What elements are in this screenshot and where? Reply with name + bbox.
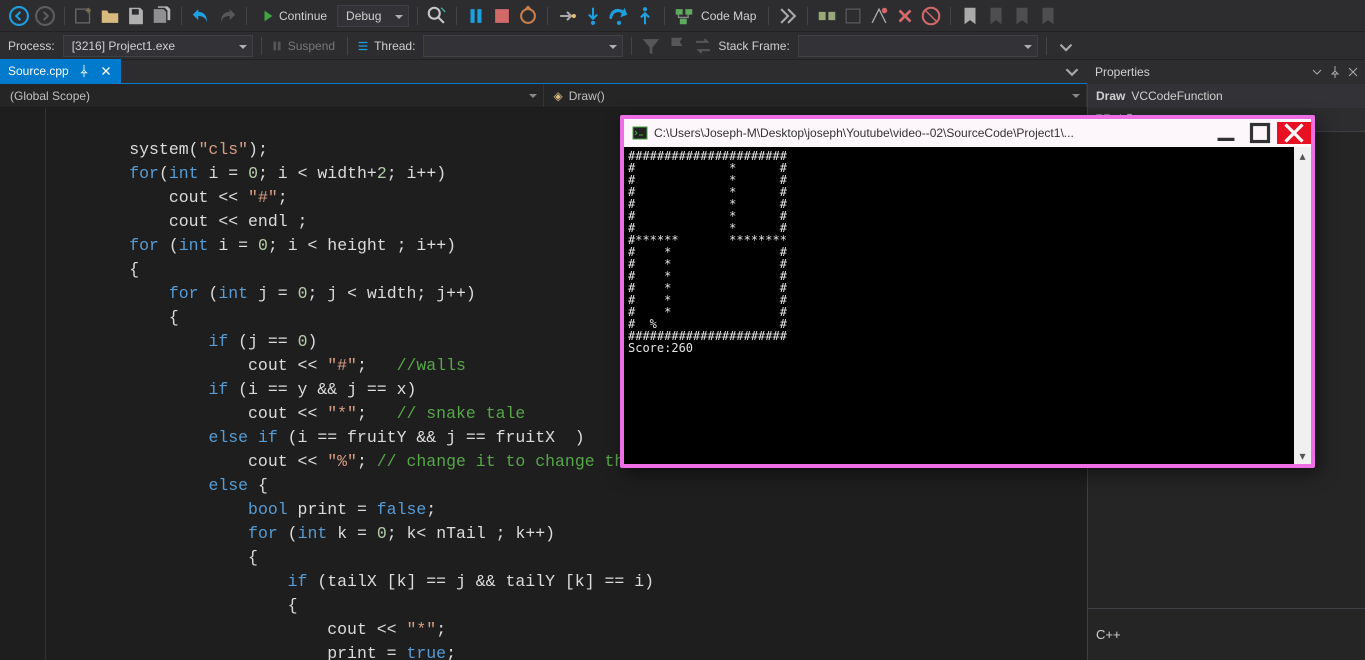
- toolbar-overflow-icon[interactable]: [1055, 35, 1077, 57]
- toolbar-misc-6[interactable]: [920, 5, 942, 27]
- toolbar-misc-2[interactable]: [816, 5, 838, 27]
- console-minimize-button[interactable]: [1209, 122, 1243, 144]
- thread-label: Thread:: [374, 39, 415, 53]
- continue-button[interactable]: Continue: [255, 5, 333, 27]
- config-label: Debug: [346, 9, 381, 23]
- nav-forward-button[interactable]: [34, 5, 56, 27]
- pause-button[interactable]: [465, 5, 487, 27]
- toolbar-misc-1[interactable]: [777, 5, 799, 27]
- bookmark-clear-icon[interactable]: [1037, 5, 1059, 27]
- editor-tabstrip: Source.cpp: [0, 60, 1087, 84]
- bookmark-prev-icon[interactable]: [985, 5, 1007, 27]
- process-dropdown[interactable]: [3216] Project1.exe: [63, 35, 253, 57]
- scope-bar: (Global Scope) ◈ Draw(): [0, 84, 1087, 108]
- scope-left-dropdown[interactable]: (Global Scope): [0, 84, 544, 107]
- bookmark-icon[interactable]: [959, 5, 981, 27]
- save-button[interactable]: [125, 5, 147, 27]
- console-scrollbar[interactable]: ▴ ▾: [1294, 147, 1311, 464]
- suspend-icon: [270, 39, 284, 53]
- function-icon: ◈: [554, 89, 563, 103]
- step-over-button[interactable]: [608, 5, 630, 27]
- scroll-down-icon[interactable]: ▾: [1294, 447, 1311, 464]
- tab-source-cpp[interactable]: Source.cpp: [0, 59, 121, 83]
- bookmark-next-icon[interactable]: [1011, 5, 1033, 27]
- pin-icon[interactable]: [77, 64, 91, 78]
- scope-right-label: Draw(): [569, 89, 605, 103]
- stackframe-label: Stack Frame:: [718, 39, 789, 53]
- properties-selector-row: Draw VCCodeFunction: [1087, 84, 1365, 108]
- step-out-button[interactable]: [634, 5, 656, 27]
- thread-swap-icon[interactable]: [692, 35, 714, 57]
- redo-button[interactable]: [216, 5, 238, 27]
- open-file-button[interactable]: [99, 5, 121, 27]
- code-map-icon[interactable]: [673, 5, 695, 27]
- code-map-label[interactable]: Code Map: [701, 9, 756, 23]
- console-maximize-button[interactable]: [1243, 122, 1277, 144]
- properties-tab[interactable]: Properties: [1087, 60, 1158, 84]
- process-label: Process:: [8, 39, 55, 53]
- console-window[interactable]: C:\Users\Joseph-M\Desktop\joseph\Youtube…: [620, 115, 1315, 468]
- stackframe-dropdown[interactable]: [798, 35, 1038, 57]
- thread-flag-icon[interactable]: [666, 35, 688, 57]
- suspend-label[interactable]: Suspend: [288, 39, 335, 53]
- thread-filter-icon[interactable]: [640, 35, 662, 57]
- config-dropdown[interactable]: Debug: [337, 5, 409, 27]
- console-titlebar[interactable]: C:\Users\Joseph-M\Desktop\joseph\Youtube…: [624, 119, 1311, 147]
- undo-button[interactable]: [190, 5, 212, 27]
- thread-dropdown[interactable]: [423, 35, 623, 57]
- editor-gutter: [0, 108, 46, 660]
- thread-icon: [356, 39, 370, 53]
- find-button[interactable]: [426, 5, 448, 27]
- nav-back-button[interactable]: [8, 5, 30, 27]
- scope-left-label: (Global Scope): [10, 89, 90, 103]
- scroll-up-icon[interactable]: ▴: [1294, 147, 1311, 164]
- properties-sel-name: Draw: [1096, 89, 1125, 103]
- toolbar-misc-5[interactable]: [894, 5, 916, 27]
- console-title: C:\Users\Joseph-M\Desktop\joseph\Youtube…: [654, 126, 1209, 140]
- play-icon: [261, 9, 275, 23]
- restart-button[interactable]: [517, 5, 539, 27]
- continue-label: Continue: [279, 9, 327, 23]
- console-output: ###################### # * # # * # # * #…: [624, 147, 1294, 464]
- step-into-button[interactable]: [582, 5, 604, 27]
- panel-dropdown-icon[interactable]: [1309, 64, 1325, 80]
- properties-footer: C++: [1088, 608, 1365, 660]
- console-app-icon: [632, 125, 648, 141]
- panel-pin-icon[interactable]: [1327, 64, 1343, 80]
- new-project-button[interactable]: [73, 5, 95, 27]
- save-all-button[interactable]: [151, 5, 173, 27]
- step-next-statement-button[interactable]: [556, 5, 578, 27]
- properties-object-dropdown[interactable]: Draw VCCodeFunction: [1088, 84, 1365, 108]
- properties-sel-type: VCCodeFunction: [1131, 89, 1222, 103]
- tab-overflow-icon[interactable]: [1061, 61, 1083, 83]
- console-close-button[interactable]: [1277, 122, 1311, 144]
- toolbar-misc-3[interactable]: [842, 5, 864, 27]
- tab-label: Source.cpp: [8, 64, 69, 78]
- stop-button[interactable]: [491, 5, 513, 27]
- panel-close-icon[interactable]: [1345, 64, 1361, 80]
- tab-close-icon[interactable]: [99, 64, 113, 78]
- toolbar-misc-4[interactable]: [868, 5, 890, 27]
- scope-right-dropdown[interactable]: ◈ Draw(): [544, 84, 1088, 107]
- debug-toolbar: Process: [3216] Project1.exe Suspend Thr…: [0, 32, 1365, 60]
- process-value: [3216] Project1.exe: [72, 39, 175, 53]
- main-toolbar: Continue Debug Code Map: [0, 0, 1365, 32]
